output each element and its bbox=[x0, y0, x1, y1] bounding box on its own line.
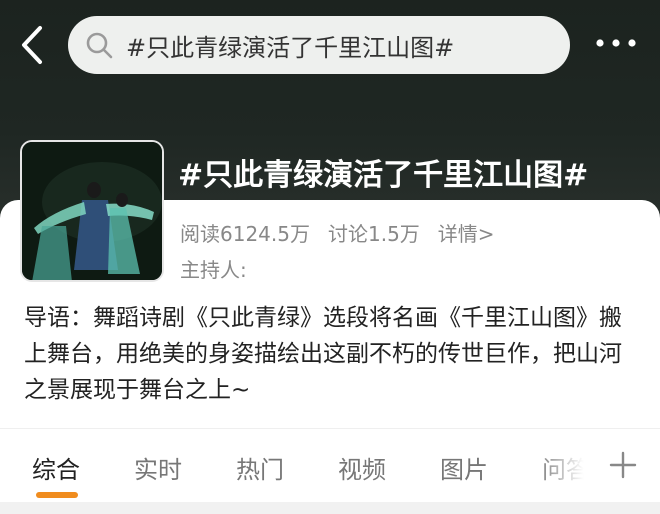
details-link[interactable]: 详情> bbox=[438, 218, 495, 247]
host-label: 主持人: bbox=[180, 258, 247, 282]
tab-hot[interactable]: 热门 bbox=[236, 450, 284, 485]
topic-stats: 阅读6124.5万 讨论1.5万 详情> bbox=[180, 218, 495, 247]
dancers-image bbox=[22, 142, 162, 280]
search-icon bbox=[86, 32, 113, 59]
tab-images[interactable]: 图片 bbox=[440, 450, 488, 485]
divider bbox=[0, 428, 660, 429]
search-bar[interactable]: #只此青绿演活了千里江山图# bbox=[68, 16, 570, 74]
topic-intro: 导语：舞蹈诗剧《只此青绿》选段将名画《千里江山图》搬上舞台，用绝美的身姿描绘出这… bbox=[24, 305, 622, 403]
topic-thumbnail[interactable] bbox=[20, 140, 164, 282]
back-button[interactable] bbox=[14, 22, 54, 68]
active-tab-indicator bbox=[36, 492, 78, 498]
search-input[interactable]: #只此青绿演活了千里江山图# bbox=[126, 28, 454, 63]
more-dots-icon[interactable] bbox=[594, 28, 638, 58]
tab-video[interactable]: 视频 bbox=[338, 450, 386, 485]
read-count: 阅读6124.5万 bbox=[180, 222, 310, 246]
topic-tabs: 综合 实时 热门 视频 图片 问答 bbox=[0, 444, 660, 498]
discussion-count: 讨论1.5万 bbox=[327, 222, 420, 246]
bottom-strip bbox=[0, 502, 660, 514]
topic-title: #只此青绿演活了千里江山图# bbox=[178, 158, 589, 193]
tab-realtime[interactable]: 实时 bbox=[134, 450, 182, 485]
tabs-fade bbox=[536, 444, 592, 492]
chevron-left-icon bbox=[22, 26, 42, 64]
tab-comprehensive[interactable]: 综合 bbox=[32, 450, 80, 485]
plus-icon[interactable] bbox=[606, 448, 640, 482]
